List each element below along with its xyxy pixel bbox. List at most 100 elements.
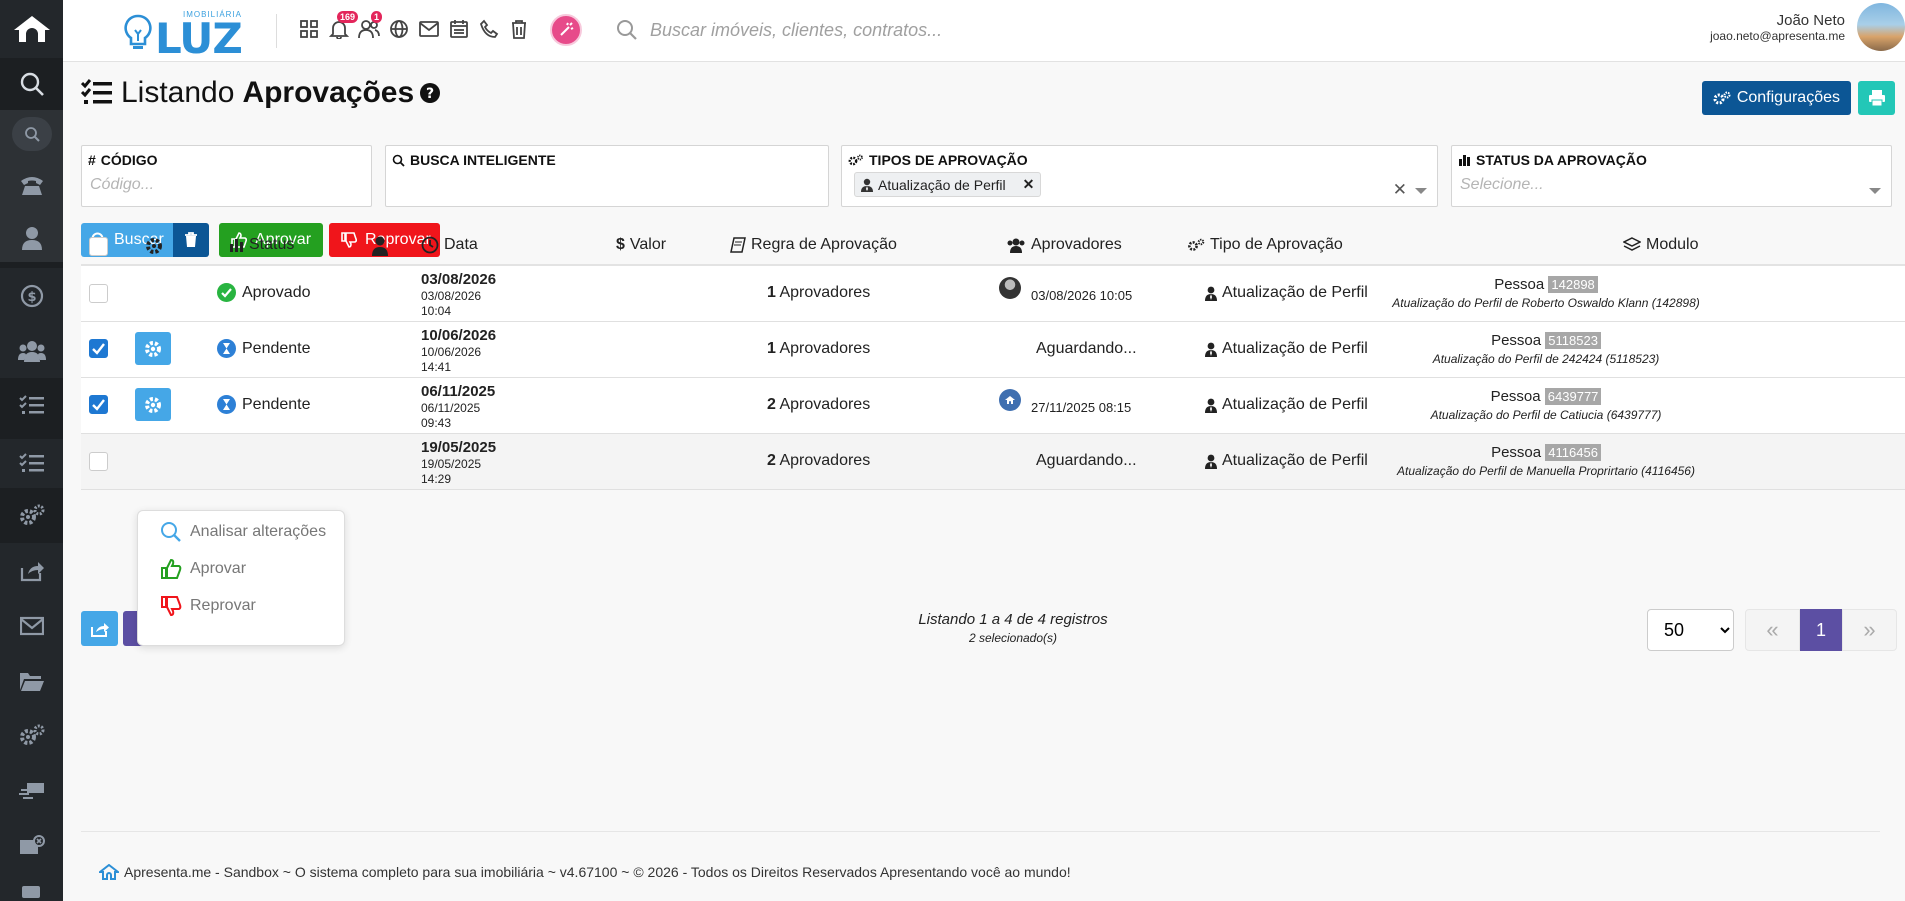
busca-inteligente-input[interactable]	[386, 168, 806, 202]
sidebar-transfer-icon[interactable]	[0, 763, 63, 818]
modulo-id: 142898	[1548, 276, 1598, 293]
date-sub: 03/08/2026	[421, 289, 482, 303]
search-icon	[161, 521, 181, 542]
cogs-icon	[1713, 91, 1731, 105]
row-actions-dropdown: Analisar alterações Aprovar Reprovar	[137, 510, 345, 646]
bar-chart-icon	[230, 239, 243, 252]
user-tie-icon	[861, 178, 873, 192]
sidebar-phone-icon[interactable]	[0, 158, 63, 213]
col-valor[interactable]: $ Valor	[616, 236, 666, 254]
col-regra[interactable]: Regra de Aprovação	[730, 236, 897, 254]
print-button[interactable]	[1858, 81, 1895, 115]
magic-assistant-button[interactable]	[550, 14, 582, 46]
tipo-chip-label: Atualização de Perfil	[878, 176, 1006, 193]
prev-page-button[interactable]: «	[1745, 609, 1800, 651]
footer-text: Apresenta.me - Sandbox ~ O sistema compl…	[124, 864, 1071, 880]
col-data[interactable]: Data	[421, 236, 478, 254]
sidebar-person-icon[interactable]	[0, 213, 63, 268]
modulo-cell[interactable]: Pessoa 142898 Atualização do Perfil de Ro…	[1336, 276, 1756, 310]
modulo-cell[interactable]: Pessoa 6439777 Atualização do Perfil de C…	[1336, 388, 1756, 422]
analisar-alteracoes-item[interactable]: Analisar alterações	[138, 515, 344, 548]
modulo-desc: Atualização do Perfil de Roberto Oswaldo…	[1392, 296, 1700, 310]
sidebar-finance-icon[interactable]: $	[0, 268, 63, 323]
row-actions-button[interactable]	[135, 332, 171, 365]
sidebar-more-icon[interactable]	[0, 873, 63, 901]
col-valor-label: Valor	[629, 236, 667, 253]
modulo-id: 6439777	[1544, 388, 1602, 405]
row-checkbox[interactable]	[89, 395, 108, 414]
sidebar-search-icon[interactable]	[0, 58, 63, 110]
apps-grid-icon[interactable]	[297, 17, 321, 41]
sidebar-tasks-icon[interactable]	[0, 378, 63, 433]
limpar-button[interactable]	[173, 223, 209, 257]
per-page-select[interactable]: 50	[1647, 609, 1734, 651]
sidebar-share-icon[interactable]	[0, 543, 63, 598]
col-modulo[interactable]: Modulo	[1623, 236, 1698, 254]
sidebar-folder-icon[interactable]	[0, 653, 63, 708]
chip-remove-icon[interactable]: ✕	[1023, 176, 1035, 193]
modulo-cell[interactable]: Pessoa 4116456 Atualização do Perfil de M…	[1336, 444, 1756, 478]
search-icon	[392, 154, 405, 167]
row-checkbox[interactable]	[89, 452, 108, 471]
row-checkbox[interactable]	[89, 339, 108, 358]
clear-selection-icon[interactable]: ✕	[1393, 180, 1407, 200]
calendar-icon[interactable]	[447, 17, 471, 41]
globe-icon[interactable]	[387, 17, 411, 41]
bar-chart-icon	[1459, 155, 1470, 166]
table-row[interactable]: Pendente 10/06/2026 10/06/2026 14:41 1 Apr…	[81, 322, 1905, 377]
table-row[interactable]: Aprovado 03/08/2026 03/08/2026 10:04 1 Apr…	[81, 266, 1905, 321]
reprovar-item[interactable]: Reprovar	[138, 589, 344, 622]
global-search-input[interactable]	[650, 19, 1250, 41]
next-page-button[interactable]: »	[1842, 609, 1897, 651]
chevron-down-icon[interactable]	[1415, 188, 1427, 194]
home-logo-icon[interactable]	[0, 0, 63, 58]
status-text: Aprovado	[242, 283, 311, 301]
approval-date: 03/08/2026 10:05	[1031, 288, 1133, 303]
status-text: Pendente	[242, 395, 311, 413]
chevron-down-icon[interactable]	[1869, 188, 1881, 194]
phone-icon[interactable]	[477, 17, 501, 41]
trash-icon[interactable]	[507, 17, 531, 41]
sidebar-config-icon[interactable]	[0, 708, 63, 763]
main-content: Listando Aprovações ? Configurações # CÓD…	[63, 62, 1905, 901]
brand-logo[interactable]: IMOBILIÁRIA LUZ	[111, 6, 243, 60]
modulo-cell[interactable]: Pessoa 5118523 Atualização do Perfil de 2…	[1336, 332, 1756, 366]
row-checkbox[interactable]	[89, 284, 108, 303]
mail-icon[interactable]	[417, 17, 441, 41]
filter-busca-label: BUSCA INTELIGENTE	[410, 152, 556, 168]
check-circle-icon	[217, 283, 236, 302]
filter-status-aprovacao[interactable]: STATUS DA APROVAÇÃO	[1451, 145, 1892, 207]
hash-icon: #	[88, 152, 96, 168]
sidebar-quicksearch-icon[interactable]	[0, 110, 63, 158]
table-row[interactable]: 19/05/2025 19/05/2025 14:29 2 Aprovadores …	[81, 434, 1905, 489]
sidebar-mail-cancel-icon[interactable]	[0, 818, 63, 873]
col-tipo[interactable]: Tipo de Aprovação	[1187, 236, 1343, 254]
status-cell: Aprovado	[217, 283, 311, 302]
row-actions-button[interactable]	[135, 388, 171, 421]
page-1-button[interactable]: 1	[1800, 609, 1842, 651]
sidebar-approvals-icon[interactable]	[0, 433, 63, 488]
sidebar-mail-icon[interactable]	[0, 598, 63, 653]
svg-text:?: ?	[426, 86, 434, 102]
filter-tipos-aprovacao[interactable]: TIPOS DE APROVAÇÃO Atualização de Perfil…	[841, 145, 1438, 207]
help-icon[interactable]: ?	[420, 83, 441, 103]
export-button[interactable]	[81, 611, 118, 646]
regra-cell: 2 Aprovadores	[767, 452, 870, 470]
table-row[interactable]: Pendente 06/11/2025 06/11/2025 09:43 2 Apr…	[81, 378, 1905, 433]
select-all-checkbox[interactable]	[89, 237, 108, 256]
apresenta-logo-icon	[99, 864, 119, 880]
sidebar-users-icon[interactable]	[0, 323, 63, 378]
user-avatar[interactable]	[1857, 3, 1905, 51]
modulo-desc: Atualização do Perfil de 242424 (5118523…	[1432, 352, 1660, 366]
aprovar-item[interactable]: Aprovar	[138, 552, 344, 585]
configuracoes-button[interactable]: Configurações	[1701, 81, 1851, 115]
user-info[interactable]: João Neto joao.neto@apresenta.me	[1710, 12, 1845, 43]
users-icon[interactable]: 1	[357, 11, 383, 41]
codigo-input[interactable]	[82, 168, 357, 202]
col-aprovadores[interactable]: Aprovadores	[1006, 236, 1122, 254]
sidebar-settings-icon[interactable]	[0, 488, 63, 543]
filter-codigo-label: CÓDIGO	[100, 152, 158, 168]
col-status[interactable]: Status	[229, 236, 294, 254]
status-select[interactable]	[1452, 168, 1870, 202]
notifications-bell-icon[interactable]: 169	[327, 11, 359, 41]
